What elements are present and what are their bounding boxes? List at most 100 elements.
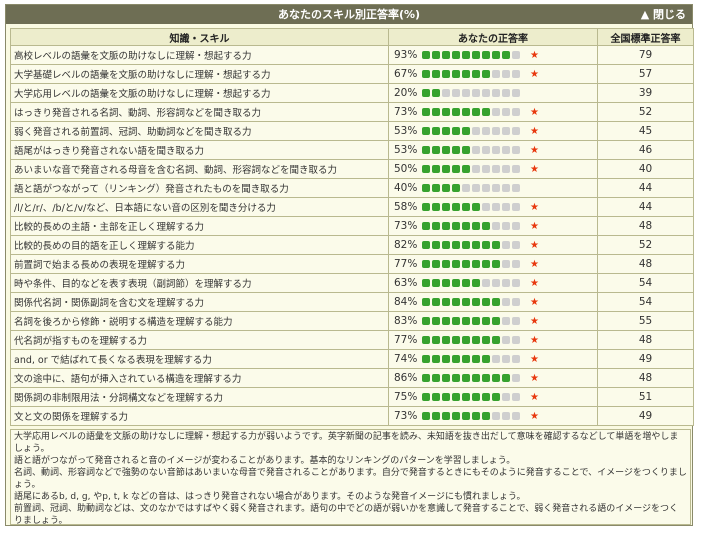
meter-segment-empty <box>452 88 460 97</box>
meter-segment-empty <box>492 88 500 97</box>
meter-segment-filled <box>442 107 450 116</box>
skill-label: 語と語がつながって（リンキング）発音されたものを聞き取る力 <box>10 178 389 198</box>
meter-segment-filled <box>452 278 460 287</box>
meter-segment-filled <box>482 373 490 382</box>
meter-segment-filled <box>472 335 480 344</box>
meter-segment-filled <box>482 297 490 306</box>
meter-segment-filled <box>452 69 460 78</box>
accuracy-percent: 74% <box>394 353 418 365</box>
meter-segment-filled <box>472 373 480 382</box>
accuracy-cell: 67% ★ <box>388 64 598 84</box>
accuracy-percent: 73% <box>394 220 418 232</box>
meter-segment-filled <box>482 107 490 116</box>
meter-segment-empty <box>482 88 490 97</box>
meter-segment-filled <box>482 240 490 249</box>
meter-segment-filled <box>492 373 500 382</box>
meter-segment-filled <box>472 316 480 325</box>
meter-segment-filled <box>452 392 460 401</box>
accuracy-meter <box>422 278 522 289</box>
meter-segment-filled <box>422 278 430 287</box>
meter-segment-filled <box>422 259 430 268</box>
meter-segment-filled <box>472 221 480 230</box>
close-button[interactable]: ▲ 閉じる <box>641 5 686 24</box>
skill-label: 弱く発音される前置詞、冠詞、助動詞などを聞き取る力 <box>10 121 389 141</box>
meter-segment-filled <box>432 183 440 192</box>
column-header-skill: 知識・スキル <box>10 28 389 46</box>
meter-segment-filled <box>442 335 450 344</box>
national-accuracy: 52 <box>597 235 694 255</box>
skill-table: 知識・スキル あなたの正答率 全国標準正答率 高校レベルの語彙を文脈の助けなしに… <box>10 28 694 426</box>
meter-segment-empty <box>502 411 510 420</box>
advice-line: 語尾にあるb, d, g, やp, t, k などの音は、はっきり発音されない場… <box>14 492 526 502</box>
meter-segment-filled <box>462 221 470 230</box>
accuracy-meter <box>422 88 522 99</box>
meter-segment-filled <box>502 50 510 59</box>
accuracy-cell: 75% ★ <box>388 387 598 407</box>
meter-segment-empty <box>472 126 480 135</box>
skill-label: あいまいな音で発音される母音を含む名詞、動詞、形容詞などを聞き取る力 <box>10 159 389 179</box>
meter-segment-empty <box>512 164 520 173</box>
meter-segment-filled <box>452 335 460 344</box>
meter-segment-filled <box>432 126 440 135</box>
meter-segment-empty <box>492 202 500 211</box>
meter-segment-filled <box>422 145 430 154</box>
meter-segment-filled <box>482 259 490 268</box>
accuracy-meter <box>422 183 522 194</box>
meter-segment-filled <box>482 316 490 325</box>
meter-segment-empty <box>482 164 490 173</box>
national-accuracy: 40 <box>597 159 694 179</box>
meter-segment-filled <box>462 392 470 401</box>
meter-segment-filled <box>442 202 450 211</box>
meter-segment-filled <box>442 354 450 363</box>
skill-label: はっきり発音される名詞、動詞、形容詞などを聞き取る力 <box>10 102 389 122</box>
accuracy-percent: 20% <box>394 87 418 99</box>
meter-segment-filled <box>422 316 430 325</box>
meter-segment-filled <box>432 107 440 116</box>
national-accuracy: 54 <box>597 273 694 293</box>
meter-segment-filled <box>442 392 450 401</box>
meter-segment-filled <box>472 297 480 306</box>
meter-segment-empty <box>512 88 520 97</box>
meter-segment-empty <box>472 88 480 97</box>
table-row: 弱く発音される前置詞、冠詞、助動詞などを聞き取る力 53% ★ 45 <box>10 121 694 141</box>
accuracy-percent: 73% <box>394 410 418 422</box>
meter-segment-empty <box>512 259 520 268</box>
meter-segment-filled <box>442 221 450 230</box>
accuracy-percent: 40% <box>394 182 418 194</box>
table-row: 時や条件、目的などを表す表現（副詞節）を理解する力 63% ★ 54 <box>10 273 694 293</box>
national-accuracy: 48 <box>597 216 694 236</box>
table-row: 文の途中に、語句が挿入されている構造を理解する力 86% ★ 48 <box>10 368 694 388</box>
meter-segment-filled <box>452 202 460 211</box>
meter-segment-empty <box>512 107 520 116</box>
national-accuracy: 49 <box>597 406 694 426</box>
meter-segment-filled <box>462 316 470 325</box>
accuracy-meter <box>422 316 522 327</box>
meter-segment-filled <box>432 164 440 173</box>
accuracy-meter <box>422 240 522 251</box>
accuracy-percent: 77% <box>394 334 418 346</box>
skill-label: 比較的長めの目的語を正しく理解する能力 <box>10 235 389 255</box>
national-accuracy: 48 <box>597 368 694 388</box>
meter-segment-empty <box>502 297 510 306</box>
skill-label: 時や条件、目的などを表す表現（副詞節）を理解する力 <box>10 273 389 293</box>
star-icon: ★ <box>530 163 539 175</box>
accuracy-percent: 50% <box>394 163 418 175</box>
meter-segment-filled <box>452 411 460 420</box>
skill-label: 大学基礎レベルの語彙を文脈の助けなしに理解・想起する力 <box>10 64 389 84</box>
meter-segment-filled <box>422 335 430 344</box>
star-icon: ★ <box>530 68 539 80</box>
table-header-row: 知識・スキル あなたの正答率 全国標準正答率 <box>10 28 694 46</box>
meter-segment-filled <box>472 50 480 59</box>
meter-segment-filled <box>432 335 440 344</box>
accuracy-meter <box>422 50 522 61</box>
meter-segment-filled <box>462 373 470 382</box>
meter-segment-empty <box>512 373 520 382</box>
meter-segment-empty <box>512 354 520 363</box>
meter-segment-empty <box>512 297 520 306</box>
meter-segment-filled <box>422 354 430 363</box>
meter-segment-empty <box>492 164 500 173</box>
meter-segment-filled <box>472 240 480 249</box>
meter-segment-filled <box>442 278 450 287</box>
star-icon: ★ <box>530 296 539 308</box>
meter-segment-filled <box>422 50 430 59</box>
